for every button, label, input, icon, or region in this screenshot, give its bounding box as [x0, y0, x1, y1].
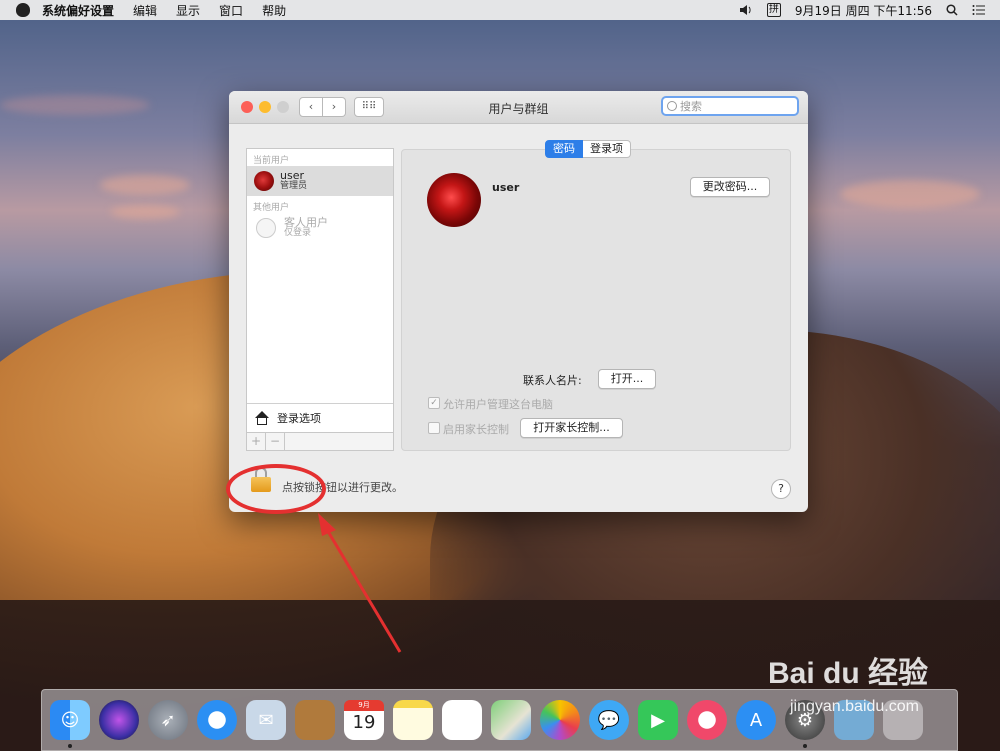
itunes-icon[interactable]: ♫: [687, 700, 727, 740]
reminders-icon[interactable]: [442, 700, 482, 740]
tab-password[interactable]: 密码: [545, 140, 583, 158]
notes-icon[interactable]: [393, 700, 433, 740]
change-password-button[interactable]: 更改密码...: [690, 177, 770, 197]
menu-view[interactable]: 显示: [176, 2, 200, 19]
title-bar: ‹ › ⠿⠿ 用户与群组 搜索: [229, 91, 808, 124]
users-groups-window: ‹ › ⠿⠿ 用户与群组 搜索 当前用户 user 管理员 其他用户 客人用户 …: [229, 91, 808, 512]
tab-bar: 密码 登录项: [545, 140, 631, 158]
add-user-button[interactable]: +: [247, 433, 266, 450]
guest-avatar-icon: [256, 218, 276, 238]
menu-clock[interactable]: 9月19日 周四 下午11:56: [795, 2, 932, 19]
safari-icon[interactable]: [197, 700, 237, 740]
search-field[interactable]: 搜索: [661, 96, 799, 116]
baidu-watermark-url: jingyan.baidu.com: [790, 698, 919, 715]
calendar-day: 19: [352, 712, 376, 733]
house-icon: [254, 411, 270, 425]
cloud: [840, 180, 980, 208]
notification-center-icon[interactable]: [972, 4, 986, 16]
contact-card-label: 联系人名片:: [523, 374, 582, 387]
user-role: 管理员: [280, 181, 308, 191]
rose-user-picture[interactable]: [427, 173, 481, 227]
login-options-item[interactable]: 登录选项: [247, 403, 393, 432]
menu-system-preferences[interactable]: 系统偏好设置: [42, 2, 114, 19]
annotation-circle: [226, 464, 326, 514]
rose-avatar-icon: [254, 171, 274, 191]
spotlight-search-icon[interactable]: [946, 4, 958, 16]
tab-login-items[interactable]: 登录项: [583, 140, 631, 158]
menu-window[interactable]: 窗口: [219, 2, 243, 19]
open-parental-controls-button[interactable]: 打开家长控制...: [520, 418, 623, 438]
finder-icon[interactable]: ☺: [50, 700, 90, 748]
facetime-icon[interactable]: ▶: [638, 700, 678, 740]
search-icon: [667, 101, 677, 111]
baidu-watermark: Bai du 经验: [768, 657, 929, 690]
parental-controls-checkbox[interactable]: [428, 422, 440, 434]
add-remove-bar: + −: [246, 432, 394, 451]
messages-icon[interactable]: 💬: [589, 700, 629, 740]
cloud: [0, 95, 150, 115]
login-options-label: 登录选项: [277, 412, 321, 425]
cloud: [100, 175, 190, 195]
mail-icon[interactable]: ✉: [246, 700, 286, 740]
maps-icon[interactable]: [491, 700, 531, 740]
allow-admin-checkbox[interactable]: ✓: [428, 397, 440, 409]
current-users-header: 当前用户: [253, 156, 290, 166]
user-name: user: [280, 169, 304, 182]
detail-username: user: [492, 181, 520, 194]
siri-icon[interactable]: [99, 700, 139, 740]
allow-admin-label: 允许用户管理这台电脑: [443, 398, 553, 411]
search-placeholder: 搜索: [680, 100, 702, 113]
menu-bar: 系统偏好设置 编辑 显示 窗口 帮助 拼 9月19日 周四 下午11:56: [0, 0, 1000, 20]
user-list-item-user[interactable]: user 管理员: [247, 166, 393, 196]
guest-status: 仅登录: [284, 228, 312, 238]
remove-user-button[interactable]: −: [266, 433, 285, 450]
menu-help[interactable]: 帮助: [262, 2, 286, 19]
other-users-header: 其他用户: [253, 203, 290, 213]
calendar-month: 9月: [344, 700, 384, 711]
user-list-item-guest[interactable]: 客人用户 仅登录: [247, 213, 393, 243]
parental-controls-label: 启用家长控制: [443, 423, 509, 436]
user-list: 当前用户 user 管理员 其他用户 客人用户 仅登录 登录选项: [246, 148, 394, 450]
app-store-icon[interactable]: A: [736, 700, 776, 740]
launchpad-icon[interactable]: ➶: [148, 700, 188, 740]
open-contact-card-button[interactable]: 打开...: [598, 369, 656, 389]
calendar-icon[interactable]: 9月 19: [344, 700, 384, 740]
help-button[interactable]: ?: [771, 479, 791, 499]
menu-edit[interactable]: 编辑: [133, 2, 157, 19]
volume-icon[interactable]: [739, 4, 753, 16]
apple-icon[interactable]: [16, 3, 30, 17]
guest-name: 客人用户: [284, 216, 328, 229]
cloud: [110, 205, 180, 219]
contacts-icon[interactable]: [295, 700, 335, 740]
input-method-icon[interactable]: 拼: [766, 3, 781, 17]
photos-icon[interactable]: [540, 700, 580, 740]
